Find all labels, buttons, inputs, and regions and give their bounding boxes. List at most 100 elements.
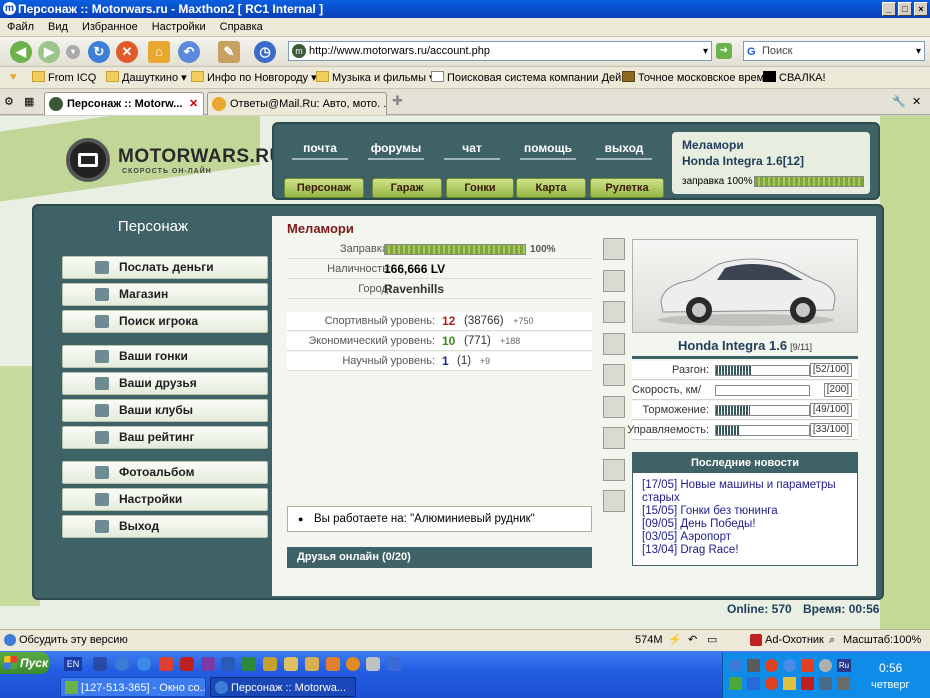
- tray-icon[interactable]: [747, 659, 760, 672]
- refresh-icon[interactable]: ↻: [88, 41, 110, 63]
- nav-mail[interactable]: почта: [280, 141, 360, 160]
- nav-button-map[interactable]: Карта: [516, 178, 586, 198]
- tuning-suspension-icon[interactable]: [603, 459, 625, 481]
- clock-time[interactable]: 0:56: [879, 661, 902, 675]
- tab-personazh[interactable]: Персонаж :: Motorw... ✕: [44, 92, 204, 115]
- sidebar-item-5[interactable]: Ваши клубы: [62, 399, 268, 422]
- fav-from-icq[interactable]: From ICQ: [32, 71, 96, 84]
- at-icon[interactable]: [346, 657, 360, 671]
- tray-icon[interactable]: [801, 659, 814, 672]
- ie-icon[interactable]: [137, 657, 151, 671]
- app-icon[interactable]: [201, 657, 215, 671]
- tray-icon[interactable]: [747, 677, 760, 690]
- wrench-icon[interactable]: 🔧: [892, 95, 906, 108]
- tray-icon[interactable]: [783, 659, 796, 672]
- city-value[interactable]: Ravenhills: [384, 280, 444, 299]
- word-icon[interactable]: [221, 657, 235, 671]
- tuning-pipe-icon[interactable]: [603, 301, 625, 323]
- back-icon[interactable]: ◀: [10, 41, 32, 63]
- tray-maxthon-icon[interactable]: [729, 659, 742, 672]
- app-icon[interactable]: [284, 657, 298, 671]
- sidebar-item-0[interactable]: Послать деньги: [62, 256, 268, 279]
- fav-moscow-time[interactable]: Точное московское время: [622, 71, 770, 84]
- address-dropdown-icon[interactable]: ▾: [703, 43, 708, 61]
- clock-icon[interactable]: ◷: [254, 41, 276, 63]
- sidebar-item-4[interactable]: Ваши друзья: [62, 372, 268, 395]
- tab-mail-answers[interactable]: Ответы@Mail.Ru: Авто, мото. ...: [207, 92, 387, 115]
- search-dropdown-icon[interactable]: ▾: [916, 43, 921, 61]
- undo-status-icon[interactable]: ↶: [688, 633, 697, 646]
- tuning-brakes-icon[interactable]: [603, 427, 625, 449]
- app-icon[interactable]: [180, 657, 194, 671]
- news-item[interactable]: старых: [642, 492, 680, 504]
- app-icon[interactable]: [366, 657, 380, 671]
- nav-help[interactable]: помощь: [508, 141, 588, 160]
- logo-emblem[interactable]: [66, 138, 110, 182]
- sidebar-item-2[interactable]: Поиск игрока: [62, 310, 268, 333]
- sidebar-item-9[interactable]: Выход: [62, 515, 268, 538]
- sidebar-item-6[interactable]: Ваш рейтинг: [62, 426, 268, 449]
- user-name[interactable]: Меламори: [682, 138, 744, 152]
- app-icon[interactable]: [326, 657, 340, 671]
- sidebar-item-7[interactable]: Фотоальбом: [62, 461, 268, 484]
- fav-music-films[interactable]: Музыка и фильмы ▾: [316, 71, 435, 84]
- forward-icon[interactable]: ▶: [38, 41, 60, 63]
- menu-file[interactable]: Файл: [0, 18, 41, 37]
- adblock-icon[interactable]: [750, 634, 762, 646]
- car-name[interactable]: Honda Integra 1.6: [678, 338, 787, 353]
- address-bar[interactable]: m http://www.motorwars.ru/account.php ▾: [288, 41, 712, 61]
- news-item[interactable]: [15/05] Гонки без тюнинга: [642, 505, 778, 517]
- tuning-tire-icon[interactable]: [603, 270, 625, 292]
- tuning-engine-icon[interactable]: [603, 396, 625, 418]
- menu-favorites[interactable]: Избранное: [75, 18, 145, 37]
- close-button[interactable]: ×: [914, 2, 928, 16]
- tray-icon[interactable]: [783, 677, 796, 690]
- job-text[interactable]: Вы работаете на: "Алюминиевый рудник": [314, 513, 535, 525]
- sidebar-item-1[interactable]: Магазин: [62, 283, 268, 306]
- tab-list-icon[interactable]: ▦: [24, 95, 34, 108]
- tray-icon[interactable]: [729, 677, 742, 690]
- start-button[interactable]: Пуск: [0, 652, 49, 674]
- nav-button-roulette[interactable]: Рулетка: [590, 178, 664, 198]
- adblock-label[interactable]: Ad-Охотник: [765, 634, 824, 646]
- news-item[interactable]: [17/05] Новые машины и параметры: [642, 479, 836, 491]
- app-icon[interactable]: [305, 657, 319, 671]
- home-icon[interactable]: ⌂: [148, 41, 170, 63]
- tuning-interior-icon[interactable]: [603, 490, 625, 512]
- sidebar-item-3[interactable]: Ваши гонки: [62, 345, 268, 368]
- friends-online[interactable]: Друзья онлайн (0/20): [287, 547, 592, 568]
- close-tab-icon[interactable]: ✕: [912, 95, 921, 108]
- user-car[interactable]: Honda Integra 1.6[12]: [682, 154, 804, 168]
- tuning-turbo-icon[interactable]: [603, 364, 625, 386]
- tray-icon[interactable]: [819, 677, 832, 690]
- nav-exit[interactable]: выход: [584, 141, 664, 160]
- quicklaunch-icon[interactable]: [93, 657, 107, 671]
- taskbar-task-maxthon[interactable]: Персонаж :: Motorwa...: [210, 677, 356, 697]
- zoom-level[interactable]: Масштаб:100%: [843, 634, 921, 646]
- nav-chat[interactable]: чат: [432, 141, 512, 160]
- nav-button-races[interactable]: Гонки: [446, 178, 514, 198]
- tray-icon[interactable]: [819, 659, 832, 672]
- car-image[interactable]: [632, 239, 858, 333]
- nav-button-personazh[interactable]: Персонаж: [284, 178, 364, 198]
- tools-icon[interactable]: ✎: [218, 41, 240, 63]
- fav-svalka[interactable]: СВАЛКА!: [763, 71, 826, 84]
- search-input[interactable]: G Поиск ▾: [743, 41, 925, 61]
- excel-icon[interactable]: [242, 657, 256, 671]
- undo-icon[interactable]: ↶: [178, 41, 200, 63]
- app-icon[interactable]: [263, 657, 277, 671]
- folder-status-icon[interactable]: ▭: [707, 633, 717, 646]
- news-item[interactable]: [03/05] Аэропорт: [642, 531, 731, 543]
- history-dropdown-icon[interactable]: ▾: [66, 45, 80, 59]
- favorites-heart-icon[interactable]: ♥: [10, 71, 17, 83]
- tray-icon[interactable]: [837, 677, 850, 690]
- maxthon-quicklaunch-icon[interactable]: [115, 657, 129, 671]
- fav-info-novgorod[interactable]: Инфо по Новгороду ▾: [191, 71, 317, 84]
- menu-settings[interactable]: Настройки: [145, 18, 213, 37]
- sidebar-item-8[interactable]: Настройки: [62, 488, 268, 511]
- maximize-button[interactable]: □: [898, 2, 912, 16]
- nav-button-garage[interactable]: Гараж: [372, 178, 442, 198]
- minimize-button[interactable]: _: [882, 2, 896, 16]
- lightning-icon[interactable]: ⚡: [668, 633, 682, 646]
- language-indicator[interactable]: EN: [64, 657, 82, 671]
